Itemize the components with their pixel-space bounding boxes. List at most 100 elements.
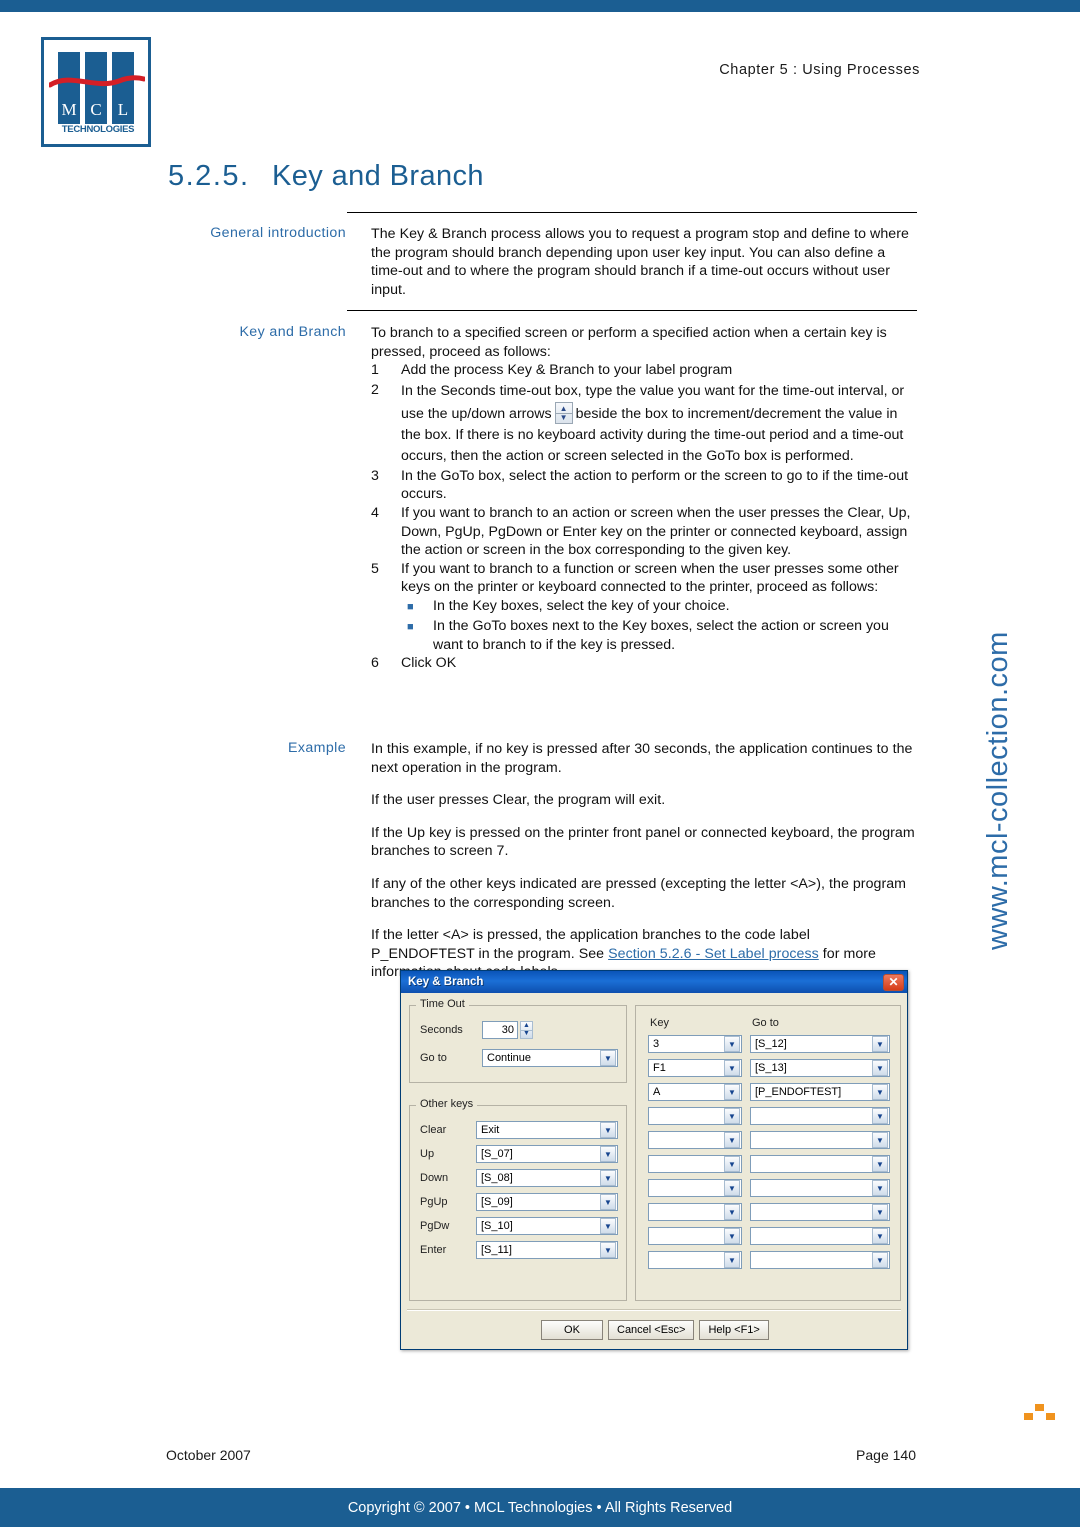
goto-select-5[interactable]: ▼: [750, 1131, 890, 1149]
footer-copyright: Copyright © 2007 • MCL Technologies • Al…: [0, 1488, 1080, 1527]
chevron-down-icon[interactable]: ▼: [724, 1204, 740, 1220]
chevron-down-icon[interactable]: ▼: [724, 1252, 740, 1268]
spinner-updown-icon: ▲ ▼: [554, 401, 573, 424]
goto-select-3[interactable]: [P_ENDOFTEST] ▼: [750, 1083, 890, 1101]
chevron-down-icon[interactable]: ▼: [600, 1218, 616, 1234]
logo-letter-l: L: [117, 100, 129, 119]
timeout-goto-select[interactable]: Continue ▼: [482, 1049, 618, 1067]
goto-select-2[interactable]: [S_13] ▼: [750, 1059, 890, 1077]
goto-select-1[interactable]: [S_12] ▼: [750, 1035, 890, 1053]
chevron-down-icon[interactable]: ▼: [724, 1060, 740, 1076]
chevron-down-icon[interactable]: ▼: [872, 1108, 888, 1124]
key-row-6: ▼ ▼: [648, 1155, 890, 1173]
key-row-2: F1 ▼ [S_13] ▼: [648, 1059, 890, 1077]
goto-select-10[interactable]: ▼: [750, 1251, 890, 1269]
chevron-down-icon[interactable]: ▼: [724, 1180, 740, 1196]
otherkey-label-up: Up: [420, 1148, 435, 1160]
section-link[interactable]: Section 5.2.6 - Set Label process: [608, 946, 819, 962]
key-row-5: ▼ ▼: [648, 1131, 890, 1149]
key-value-1: 3: [653, 1038, 660, 1050]
step-1-text: Add the process Key & Branch to your lab…: [401, 362, 733, 379]
key-row-8: ▼ ▼: [648, 1203, 890, 1221]
chevron-down-icon[interactable]: ▼: [872, 1156, 888, 1172]
key-select-9[interactable]: ▼: [648, 1227, 742, 1245]
substep-1: ■ In the Key boxes, select the key of yo…: [407, 597, 919, 617]
logo-letters: M C L: [58, 98, 134, 122]
example-paragraph-1: In this example, if no key is pressed af…: [371, 741, 913, 776]
chevron-down-icon[interactable]: ▼: [600, 1242, 616, 1258]
chevron-down-icon[interactable]: ▼: [600, 1050, 616, 1066]
otherkey-select-down[interactable]: [S_08] ▼: [476, 1169, 618, 1187]
otherkey-value-pgup: [S_09]: [481, 1196, 513, 1208]
otherkey-label-down: Down: [420, 1172, 449, 1184]
key-select-6[interactable]: ▼: [648, 1155, 742, 1173]
key-select-5[interactable]: ▼: [648, 1131, 742, 1149]
chevron-down-icon[interactable]: ▼: [872, 1180, 888, 1196]
otherkey-select-clear[interactable]: Exit ▼: [476, 1121, 618, 1139]
page-title: Key and Branch: [272, 160, 484, 192]
key-select-4[interactable]: ▼: [648, 1107, 742, 1125]
otherkey-select-enter[interactable]: [S_11] ▼: [476, 1241, 618, 1259]
chevron-down-icon[interactable]: ▼: [600, 1146, 616, 1162]
step-4: 4 If you want to branch to an action or …: [371, 504, 919, 560]
procedure-intro: To branch to a specified screen or perfo…: [371, 325, 887, 360]
cancel-button[interactable]: Cancel <Esc>: [608, 1320, 695, 1340]
goto-select-7[interactable]: ▼: [750, 1179, 890, 1197]
chevron-down-icon[interactable]: ▼: [600, 1170, 616, 1186]
chevron-down-icon[interactable]: ▼: [724, 1084, 740, 1100]
step-1: 1 Add the process Key & Branch to your l…: [371, 361, 919, 380]
time-out-group: Time Out Seconds 30 ▲ ▼ Go to Continue ▼: [409, 998, 627, 1083]
seconds-input[interactable]: 30: [482, 1021, 518, 1039]
chevron-down-icon[interactable]: ▼: [872, 1228, 888, 1244]
goto-select-4[interactable]: ▼: [750, 1107, 890, 1125]
otherkey-select-pgup[interactable]: [S_09] ▼: [476, 1193, 618, 1211]
ok-button[interactable]: OK: [541, 1320, 603, 1340]
chevron-down-icon[interactable]: ▼: [872, 1204, 888, 1220]
key-value-3: A: [653, 1086, 661, 1098]
goto-select-8[interactable]: ▼: [750, 1203, 890, 1221]
logo-letter-m: M: [61, 100, 77, 119]
timeout-goto-label: Go to: [420, 1052, 447, 1064]
step-3: 3 In the GoTo box, select the action to …: [371, 467, 919, 504]
key-row-10: ▼ ▼: [648, 1251, 890, 1269]
chevron-down-icon[interactable]: ▼: [724, 1108, 740, 1124]
label-example: Example: [288, 740, 346, 756]
dialog-title-bar[interactable]: Key & Branch ✕: [401, 971, 907, 993]
chevron-down-icon[interactable]: ▼: [872, 1060, 888, 1076]
chevron-down-icon[interactable]: ▼: [724, 1156, 740, 1172]
otherkey-select-pgdw[interactable]: [S_10] ▼: [476, 1217, 618, 1235]
key-select-3[interactable]: A ▼: [648, 1083, 742, 1101]
key-select-10[interactable]: ▼: [648, 1251, 742, 1269]
key-select-7[interactable]: ▼: [648, 1179, 742, 1197]
key-table-group: Key Go to 3 ▼ [S_12] ▼ F1 ▼ [S_13] ▼ A ▼…: [635, 1005, 901, 1301]
goto-select-6[interactable]: ▼: [750, 1155, 890, 1173]
step-5-number: 5: [371, 560, 379, 577]
seconds-spinner[interactable]: ▲ ▼: [520, 1021, 533, 1039]
chevron-down-icon[interactable]: ▼: [872, 1084, 888, 1100]
logo-subtitle: TECHNOLOGIES: [61, 124, 135, 135]
chevron-down-icon[interactable]: ▼: [872, 1252, 888, 1268]
otherkey-value-pgdw: [S_10]: [481, 1220, 513, 1232]
chevron-down-icon[interactable]: ▼: [872, 1036, 888, 1052]
close-icon[interactable]: ✕: [883, 973, 904, 991]
step-5-text: If you want to branch to a function or s…: [401, 560, 899, 596]
goto-select-9[interactable]: ▼: [750, 1227, 890, 1245]
text-general-introduction: The Key & Branch process allows you to r…: [371, 226, 909, 298]
chevron-down-icon[interactable]: ▼: [600, 1194, 616, 1210]
step-2-number: 2: [371, 381, 379, 398]
chevron-down-icon[interactable]: ▼: [724, 1228, 740, 1244]
otherkey-select-up[interactable]: [S_07] ▼: [476, 1145, 618, 1163]
step-6: 6 Click OK: [371, 654, 919, 673]
chevron-down-icon[interactable]: ▼: [724, 1036, 740, 1052]
key-select-2[interactable]: F1 ▼: [648, 1059, 742, 1077]
key-select-8[interactable]: ▼: [648, 1203, 742, 1221]
otherkey-value-up: [S_07]: [481, 1148, 513, 1160]
key-select-1[interactable]: 3 ▼: [648, 1035, 742, 1053]
key-row-9: ▼ ▼: [648, 1227, 890, 1245]
chevron-down-icon[interactable]: ▼: [872, 1132, 888, 1148]
step-6-number: 6: [371, 655, 379, 672]
help-button[interactable]: Help <F1>: [699, 1320, 769, 1340]
chevron-down-icon[interactable]: ▼: [600, 1122, 616, 1138]
chevron-down-icon[interactable]: ▼: [724, 1132, 740, 1148]
watermark-mark-icon: [1024, 1404, 1055, 1420]
